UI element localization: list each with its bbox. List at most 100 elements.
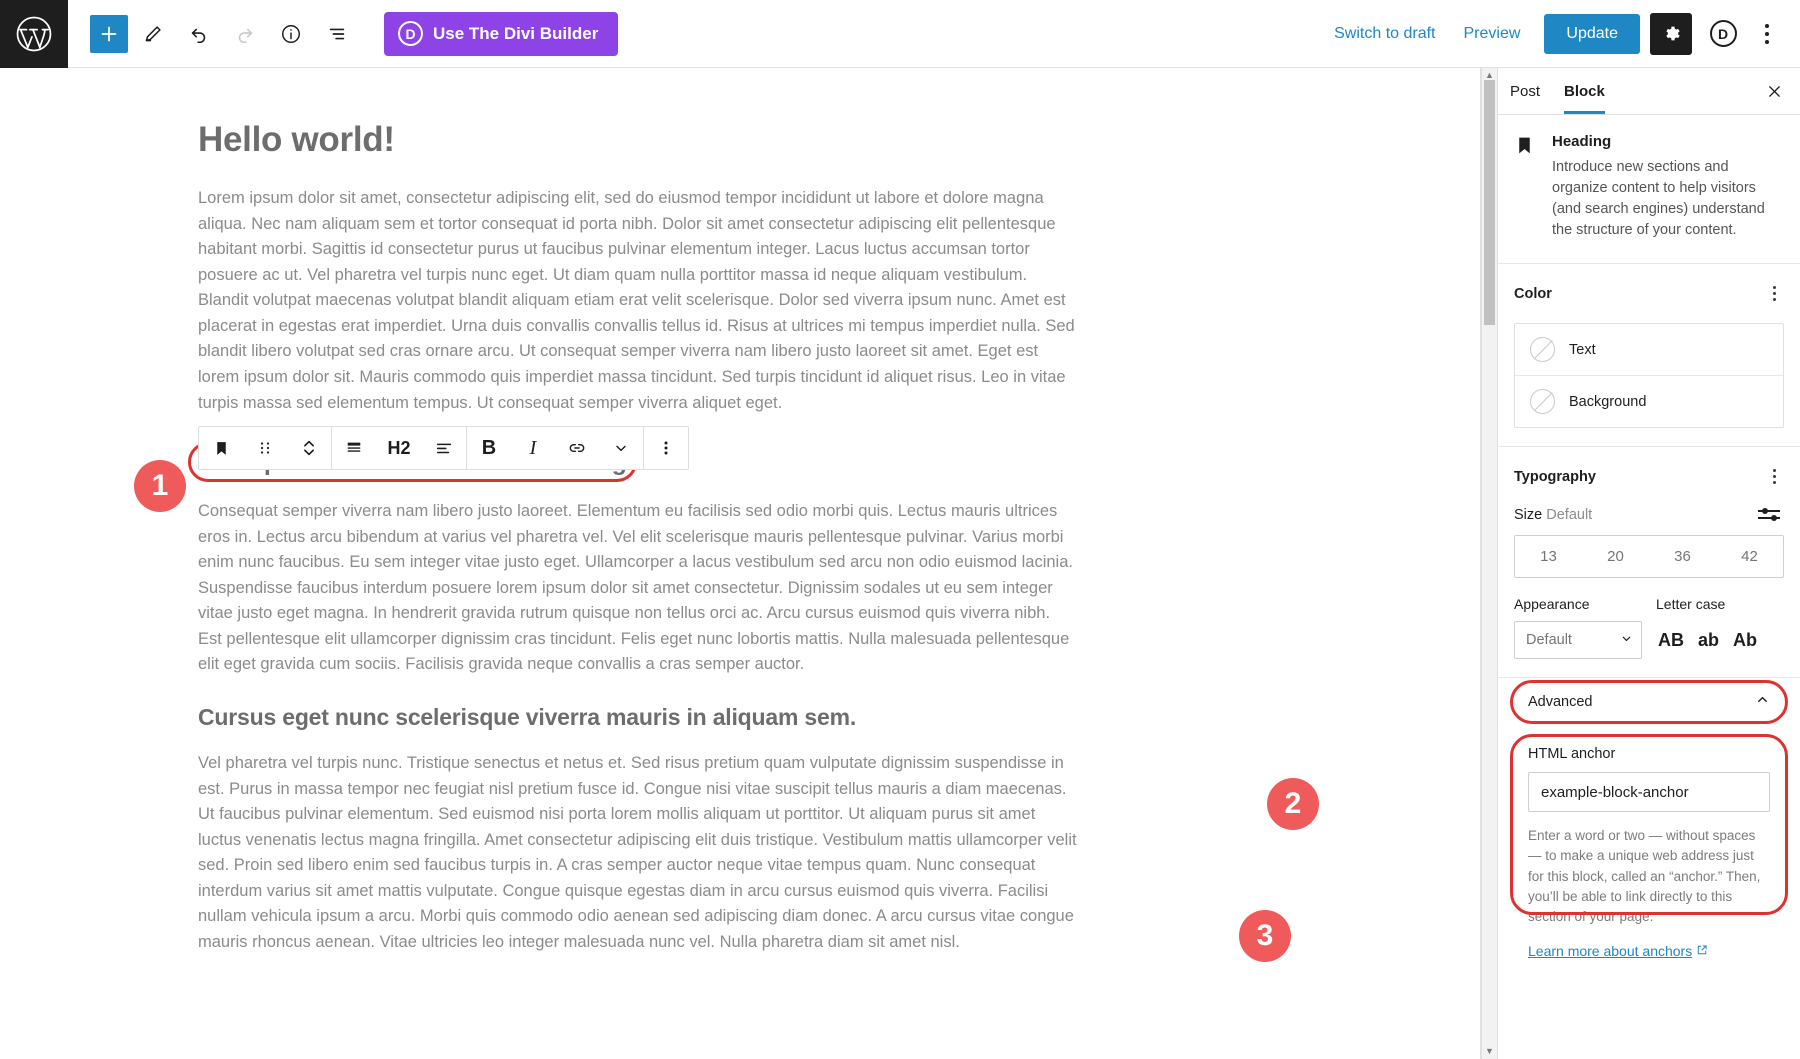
typography-section-title: Typography: [1514, 468, 1596, 485]
heading-level-icon[interactable]: [332, 427, 376, 469]
kebab-dot: [1765, 39, 1769, 44]
post-title[interactable]: Hello world!: [198, 120, 1078, 160]
post-content: Hello world! Lorem ipsum dolor sit amet,…: [188, 120, 1078, 956]
paragraph-block[interactable]: Consequat semper viverra nam libero just…: [198, 499, 1078, 678]
tab-post[interactable]: Post: [1498, 69, 1552, 113]
chevron-down-icon[interactable]: [599, 427, 643, 469]
kebab-dot: [1773, 481, 1776, 485]
font-size-label: Size Default: [1514, 506, 1593, 523]
advanced-accordion-title: Advanced: [1528, 694, 1593, 711]
close-sidebar-button[interactable]: [1756, 73, 1792, 109]
italic-button[interactable]: I: [511, 427, 555, 469]
wordpress-logo-icon[interactable]: [0, 0, 68, 68]
font-size-preset-small[interactable]: 13: [1515, 536, 1582, 577]
font-size-row: Size Default: [1514, 506, 1784, 523]
divi-button-label: Use The Divi Builder: [433, 23, 599, 43]
editor-body: Hello world! Lorem ipsum dolor sit amet,…: [0, 68, 1800, 1059]
color-options-box: Text Background: [1514, 323, 1784, 429]
color-row-label: Background: [1569, 393, 1647, 410]
wordpress-block-editor: D Use The Divi Builder Switch to draft P…: [0, 0, 1800, 1059]
font-size-presets: 13 20 36 42: [1514, 535, 1784, 579]
letter-case-uppercase-button[interactable]: AB: [1656, 628, 1686, 653]
heading-bookmark-icon[interactable]: [199, 427, 243, 469]
font-size-preset-medium[interactable]: 20: [1582, 536, 1649, 577]
block-toolbar-group-options: [644, 427, 688, 469]
typography-options-kebab-icon[interactable]: [1765, 463, 1784, 490]
font-size-preset-large[interactable]: 36: [1649, 536, 1716, 577]
divi-round-button[interactable]: D: [1704, 15, 1742, 53]
typography-section: Typography Size Default 13 20 36 42 Appe…: [1498, 447, 1800, 679]
scroll-up-arrow-icon[interactable]: ▲: [1485, 71, 1494, 80]
heading-level-label[interactable]: H2: [376, 427, 422, 469]
block-toolbar[interactable]: H2 B I: [198, 426, 689, 470]
annotation-badge-3: 3: [1239, 910, 1291, 962]
more-options-button[interactable]: [1748, 13, 1786, 55]
top-bar-spacer: [618, 0, 1320, 67]
html-anchor-section: HTML anchor Enter a word or two — withou…: [1510, 734, 1788, 961]
heading-bookmark-icon: [1514, 133, 1538, 241]
add-block-button[interactable]: [90, 14, 128, 53]
divi-logo-icon: D: [1709, 20, 1737, 47]
color-row-label: Text: [1569, 341, 1596, 358]
undo-button[interactable]: [178, 13, 220, 55]
letter-case-capitalize-button[interactable]: Ab: [1731, 628, 1759, 653]
kebab-dot: [1765, 31, 1769, 36]
color-section-header: Color: [1514, 280, 1784, 307]
paragraph-block[interactable]: Vel pharetra vel turpis nunc. Tristique …: [198, 751, 1078, 956]
block-toolbar-group-block: [199, 427, 332, 469]
no-color-icon: [1530, 337, 1555, 363]
use-divi-builder-button[interactable]: D Use The Divi Builder: [384, 11, 619, 56]
move-up-down-chevrons-icon[interactable]: [287, 427, 331, 469]
appearance-and-case-row: Appearance Default Letter case AB ab Ab: [1514, 596, 1784, 660]
color-row-background[interactable]: Background: [1515, 375, 1783, 427]
tools-pencil-button[interactable]: [132, 13, 174, 55]
kebab-dot: [1773, 292, 1776, 296]
letter-case-lowercase-button[interactable]: ab: [1696, 628, 1721, 653]
scrollbar-track[interactable]: [1482, 80, 1497, 1047]
kebab-dot: [1765, 23, 1769, 28]
color-section-title: Color: [1514, 285, 1552, 302]
scrollbar-thumb[interactable]: [1484, 80, 1495, 325]
annotation-badge-1: 1: [134, 460, 186, 512]
block-toolbar-group-heading: H2: [332, 427, 467, 469]
appearance-select[interactable]: Default: [1514, 621, 1642, 660]
tab-block[interactable]: Block: [1552, 69, 1617, 114]
kebab-dot: [1773, 469, 1776, 473]
link-icon[interactable]: [555, 427, 599, 469]
redo-button[interactable]: [224, 13, 266, 55]
block-info-description: Introduce new sections and organize cont…: [1552, 159, 1765, 239]
html-anchor-input[interactable]: [1528, 772, 1770, 813]
html-anchor-label: HTML anchor: [1528, 746, 1616, 763]
learn-more-about-anchors-link[interactable]: Learn more about anchors: [1528, 943, 1708, 959]
text-align-icon[interactable]: [422, 427, 466, 469]
update-button[interactable]: Update: [1544, 13, 1640, 54]
kebab-dot: [1773, 298, 1776, 302]
top-bar-left-tools: D Use The Divi Builder: [68, 0, 619, 67]
annotation-badge-2: 2: [1267, 778, 1319, 830]
slider-line: [1758, 508, 1780, 515]
block-info-title: Heading: [1552, 133, 1612, 150]
external-link-icon: [1696, 943, 1708, 959]
block-options-kebab-icon[interactable]: [644, 427, 688, 469]
color-options-kebab-icon[interactable]: [1765, 280, 1784, 307]
font-size-preset-xlarge[interactable]: 42: [1716, 536, 1783, 577]
subheading-block[interactable]: Cursus eget nunc scelerisque viverra mau…: [198, 704, 1078, 731]
editor-scrollbar[interactable]: ▲ ▼: [1481, 68, 1497, 1059]
sliders-icon[interactable]: [1754, 506, 1784, 523]
sidebar-scroll-area: Heading Introduce new sections and organ…: [1498, 115, 1800, 1059]
drag-handle-icon[interactable]: [243, 427, 287, 469]
preview-button[interactable]: Preview: [1450, 17, 1535, 51]
color-row-text[interactable]: Text: [1515, 324, 1783, 375]
advanced-accordion-toggle[interactable]: Advanced: [1510, 678, 1788, 726]
info-circle-button[interactable]: [270, 13, 312, 55]
scroll-down-arrow-icon[interactable]: ▼: [1485, 1047, 1494, 1056]
bold-button[interactable]: B: [467, 427, 511, 469]
switch-to-draft-button[interactable]: Switch to draft: [1320, 17, 1449, 51]
list-view-button[interactable]: [316, 13, 358, 55]
settings-gear-button[interactable]: [1650, 12, 1692, 55]
learn-more-label: Learn more about anchors: [1528, 943, 1693, 960]
color-section: Color Text Background: [1498, 264, 1800, 448]
paragraph-block[interactable]: Lorem ipsum dolor sit amet, consectetur …: [198, 186, 1078, 416]
letter-case-buttons: AB ab Ab: [1656, 621, 1784, 659]
top-bar-right-tools: Switch to draft Preview Update D: [1320, 0, 1800, 67]
